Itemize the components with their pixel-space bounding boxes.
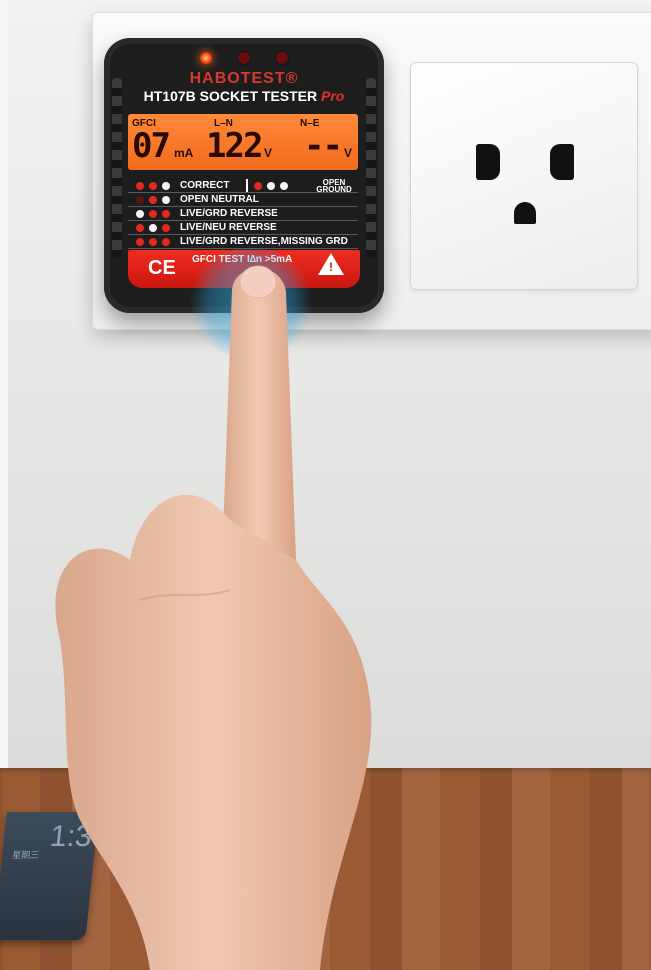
fingernail — [239, 265, 277, 299]
index-finger — [222, 268, 296, 560]
hand-pressing-button — [55, 265, 372, 970]
hand-palm — [55, 494, 372, 970]
scene: HABOTEST® HT107B SOCKET TESTER Pro GFCI … — [0, 0, 651, 970]
